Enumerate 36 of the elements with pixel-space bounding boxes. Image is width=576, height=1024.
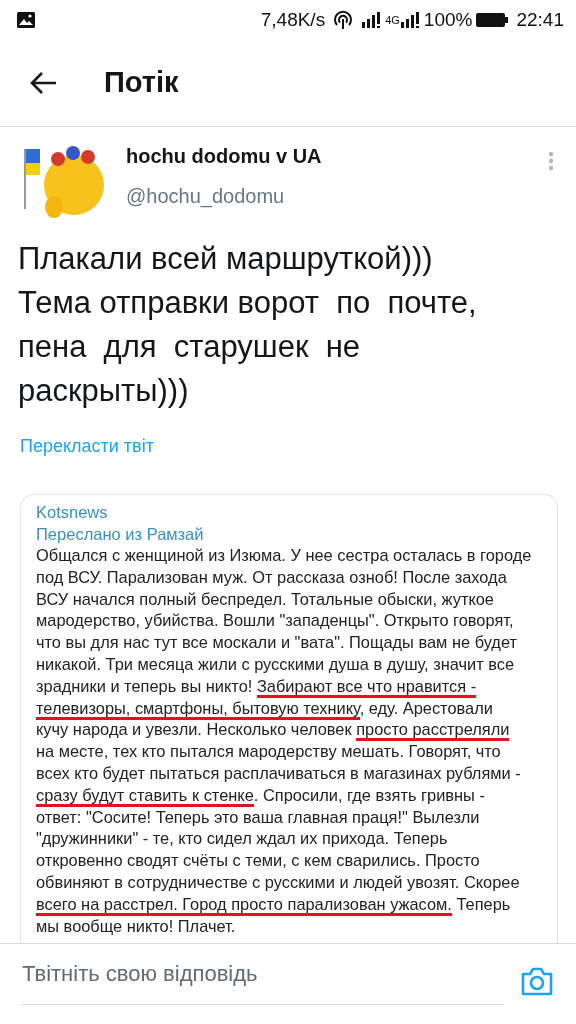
message-line: "дружинники" - те, кто сидел ждал их прихода. Теперь — [36, 828, 449, 850]
signal-icon — [399, 11, 420, 29]
translate-link[interactable]: Перекласти твіт — [20, 433, 154, 460]
network-speed: 7,48K/s — [260, 7, 326, 32]
signal-icon — [361, 11, 382, 29]
message-line: что вы для нас тут все москали и "вата". Пощады вам не будет — [36, 632, 518, 654]
message-line: никакой. Три месяца жили с русскими душа в душу, значит все — [36, 654, 516, 675]
message-line: обвиняют в сотрудничестве с русскими и людей увозят. Скорее — [36, 871, 521, 893]
message-line: ответ: "Сосите! Теперь это ваша главная праця!" Вылезли — [36, 806, 481, 828]
battery-icon — [476, 12, 509, 28]
message-line: телевизоры, смартфоны, бытовую технику, еду. Арестовали — [36, 697, 557, 720]
message-line: мародерство, убийства. Вошли "западенцы". Открыто говорят, — [36, 610, 515, 632]
message-line: ВСУ начался полный беспредел. Тотальные обыски, жуткое — [36, 588, 495, 610]
channel-name: Kotsnews — [36, 502, 109, 523]
message-line: Общался с женщиной из Изюма. У нее сестра осталась в городе — [36, 545, 533, 566]
author-handle[interactable]: @hochu_dodomu — [126, 181, 548, 211]
message-line: откровенно сводят счёты с теми, с кем сварились. Просто — [36, 850, 481, 872]
clock: 22:41 — [516, 7, 564, 32]
camera-icon[interactable] — [520, 965, 554, 996]
message-line: всего на расстрел. Город просто парализован ужасом. Теперь — [36, 893, 557, 916]
message-line: на месте, тех кто пытался мародерству мешать. Говорят, что — [36, 741, 502, 763]
message-line: под ВСУ. Парализован муж. От рассказа озноб! После захода — [36, 566, 508, 588]
image-icon — [16, 11, 36, 29]
forwarded-label: Переслано из Рамзай — [36, 524, 205, 545]
hotspot-icon — [333, 10, 354, 30]
message-line: зрадники и теперь вы никто! Забирают все что нравится - — [36, 675, 557, 698]
tweet-text: Плакали всей маршруткой))) Тема отправки ворот по почте, пена для старушек не раскрыты))) — [17, 240, 478, 410]
page-title: Потік — [104, 65, 179, 101]
author-name[interactable]: hochu dodomu v UA — [126, 141, 548, 171]
message-line: сразу будут ставить к стенке. Спросили, где взять гривны - — [36, 784, 557, 807]
message-line: всех кто будет пытаться расплачиваться в магазинах рублями - — [36, 762, 522, 784]
network-type: 4G — [385, 12, 400, 28]
back-icon[interactable] — [30, 71, 58, 95]
battery-percent: 100% — [423, 7, 473, 32]
message-line: мы вообще никто! Плачет. — [36, 915, 237, 937]
message-line: кучу народа и увезли. Несколько человек просто расстреляли — [36, 719, 557, 742]
